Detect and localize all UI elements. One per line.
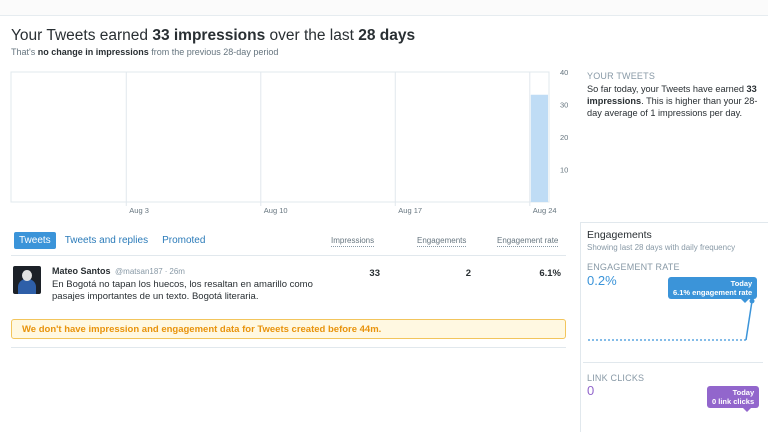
engagements-title: Engagements (587, 229, 652, 241)
page-title: Your Tweets earned 33 impressions over t… (11, 27, 415, 45)
engagement-tooltip: Today 6.1% engagement rate (668, 277, 758, 303)
data-notice: We don't have impression and engagement … (11, 319, 566, 339)
top-bar (0, 0, 768, 16)
tweet-text[interactable]: En Bogotá no tapan los huecos, los resal… (52, 279, 322, 303)
tooltip-arrow (743, 408, 752, 412)
tweet-impressions: 33 (369, 268, 380, 279)
tweet-time[interactable]: 26m (169, 267, 185, 276)
side-divider (583, 362, 763, 363)
impressions-chart: Aug 3 Aug 10 Aug 17 Aug 24 10 20 30 40 (10, 68, 568, 215)
engagement-point[interactable] (749, 298, 755, 304)
title-middle: over the last (265, 27, 359, 44)
x-tick-label: Aug 10 (264, 206, 288, 215)
tweet-tabs: Tweets Tweets and replies Promoted (14, 231, 214, 250)
y-tick-label: 30 (560, 101, 568, 110)
y-tick-label: 20 (560, 133, 568, 142)
link-tooltip-text: 0 link clicks (712, 397, 755, 406)
title-prefix: Your Tweets earned (11, 27, 153, 44)
title-period: 28 days (358, 27, 416, 44)
tweet-engagements: 2 (465, 268, 471, 279)
subtitle-suffix: from the previous 28-day period (148, 47, 279, 57)
table-bottom-divider (11, 347, 566, 348)
tab-tweets[interactable]: Tweets (14, 232, 56, 249)
meta-separator: · (164, 267, 168, 276)
x-tick-label: Aug 3 (129, 206, 149, 215)
author-handle[interactable]: @matsan187 (115, 267, 163, 276)
x-tick-label: Aug 24 (533, 206, 557, 215)
link-clicks-tooltip: Today 0 link clicks (707, 386, 760, 412)
summary-text-1: So far today, your Tweets have earned (587, 84, 747, 94)
column-engagement-rate[interactable]: Engagement rate (497, 236, 559, 247)
subtitle-bold: no change in impressions (37, 47, 149, 57)
page-subtitle: That's no change in impressions from the… (11, 47, 278, 57)
your-tweets-text: So far today, your Tweets have earned 33… (587, 83, 762, 119)
tab-tweets-and-replies[interactable]: Tweets and replies (60, 232, 153, 249)
y-tick-label: 40 (560, 68, 568, 77)
engagement-tooltip-title: Today (730, 279, 753, 288)
column-engagements[interactable]: Engagements (417, 236, 467, 247)
y-tick-label: 10 (560, 166, 568, 175)
link-clicks-value: 0 (587, 383, 595, 398)
table-divider (11, 255, 566, 256)
tooltip-arrow (741, 299, 750, 303)
column-impressions[interactable]: Impressions (331, 236, 375, 247)
tweet-engagement-rate: 6.1% (539, 268, 561, 279)
avatar-head (22, 270, 32, 281)
tweet-author: Mateo Santos @matsan187 · 26m (52, 266, 185, 276)
avatar-body (18, 279, 36, 294)
engagements-subtitle: Showing last 28 days with daily frequenc… (587, 243, 736, 252)
your-tweets-title: YOUR TWEETS (587, 71, 656, 81)
x-tick-label: Aug 17 (398, 206, 422, 215)
title-impressions: 33 impressions (152, 27, 266, 44)
author-name[interactable]: Mateo Santos (52, 266, 111, 276)
engagement-rate-label: ENGAGEMENT RATE (587, 262, 680, 272)
your-tweets-summary: YOUR TWEETS So far today, your Tweets ha… (587, 71, 762, 119)
link-clicks-label: LINK CLICKS (587, 373, 645, 383)
link-tooltip-title: Today (732, 388, 755, 397)
bar (530, 94, 548, 202)
engagement-rate-sparkline (588, 298, 755, 341)
engagement-rate-value: 0.2% (587, 273, 617, 288)
tab-promoted[interactable]: Promoted (157, 232, 210, 249)
chart-frame (10, 71, 550, 203)
engagement-tooltip-text: 6.1% engagement rate (673, 288, 753, 297)
engagement-spike (745, 300, 753, 341)
avatar[interactable] (13, 266, 41, 294)
subtitle-prefix: That's (11, 47, 38, 57)
